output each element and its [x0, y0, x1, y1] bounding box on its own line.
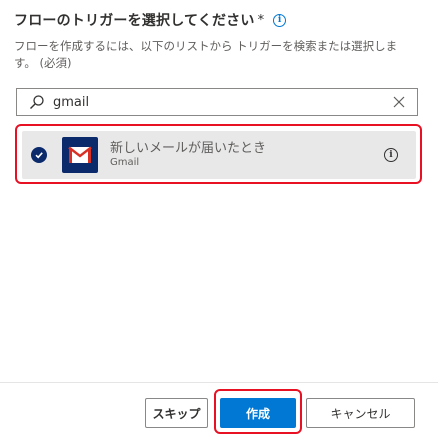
skip-button[interactable]: スキップ: [145, 398, 208, 428]
dialog-description: フローを作成するには、以下のリストから トリガーを検索または選択しま す。 (必…: [14, 39, 398, 70]
dialog-title: フローのトリガーを選択してください: [14, 13, 255, 29]
search-icon: [30, 95, 44, 109]
selection-highlight-box: [15, 124, 422, 184]
dialog-header: フローのトリガーを選択してください * i: [14, 8, 287, 32]
close-icon[interactable]: [393, 96, 405, 108]
info-icon[interactable]: i: [273, 13, 287, 27]
cancel-button[interactable]: キャンセル: [306, 398, 415, 428]
required-mark: *: [257, 12, 265, 28]
search-box[interactable]: gmail: [16, 88, 418, 116]
footer-divider: [0, 382, 438, 383]
create-button[interactable]: 作成: [220, 398, 296, 428]
search-input[interactable]: gmail: [53, 95, 393, 110]
